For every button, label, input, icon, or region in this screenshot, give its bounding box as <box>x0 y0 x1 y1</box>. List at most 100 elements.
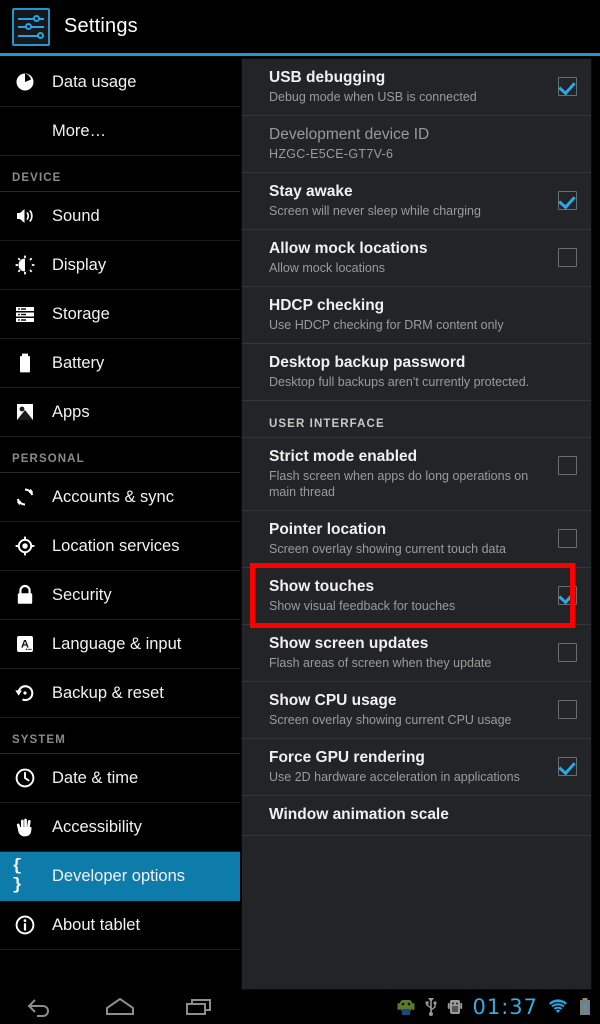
pref-title: Show touches <box>269 578 375 595</box>
sidebar-item-label: Language & input <box>52 634 182 653</box>
sidebar-item-about-tablet[interactable]: About tablet <box>0 901 240 950</box>
pref-row-pointer-location[interactable]: Pointer location Screen overlay showing c… <box>242 511 591 568</box>
storage-stack-icon <box>12 303 38 325</box>
pref-text: Show screen updates Flash areas of screen… <box>269 634 548 671</box>
pref-summary: Desktop full backups aren't currently pr… <box>269 375 530 389</box>
sidebar-item-label: Battery <box>52 353 105 372</box>
android-apps-icon <box>12 401 38 423</box>
adb-android-icon <box>447 997 463 1017</box>
pref-checkbox[interactable] <box>558 700 577 719</box>
sidebar-group-system: SYSTEM <box>0 718 240 754</box>
pref-text: HDCP checking Use HDCP checking for DRM c… <box>269 296 577 333</box>
pref-title: Pointer location <box>269 521 387 538</box>
pref-row-desktop-backup-password[interactable]: Desktop backup password Desktop full back… <box>242 344 591 401</box>
recents-button[interactable] <box>160 996 240 1018</box>
settings-sidebar[interactable]: Data usage More… DEVICE Sound Display Storage… <box>0 58 240 990</box>
pref-title: Allow mock locations <box>269 240 428 257</box>
back-button[interactable] <box>0 996 80 1018</box>
pref-title: HDCP checking <box>269 297 385 314</box>
pie-chart-icon <box>12 71 38 93</box>
pref-checkbox[interactable] <box>558 456 577 475</box>
pref-summary: Screen overlay showing current CPU usage <box>269 713 512 727</box>
pref-text: Show touches Show visual feedback for tou… <box>269 577 548 614</box>
sidebar-item-label: Apps <box>52 402 90 421</box>
sidebar-item-data-usage[interactable]: Data usage <box>0 58 240 107</box>
location-target-icon <box>12 535 38 557</box>
sidebar-item-label: Storage <box>52 304 110 323</box>
sidebar-item-accounts-sync[interactable]: Accounts & sync <box>0 473 240 522</box>
pref-row-force-gpu-rendering[interactable]: Force GPU rendering Use 2D hardware accel… <box>242 739 591 796</box>
sidebar-item-label: Sound <box>52 206 100 225</box>
pref-text: Force GPU rendering Use 2D hardware accel… <box>269 748 548 785</box>
header-divider <box>0 53 600 56</box>
pref-checkbox[interactable] <box>558 191 577 210</box>
restore-arrow-icon <box>12 682 38 704</box>
pref-summary: Screen overlay showing current touch dat… <box>269 542 506 556</box>
pref-summary: Screen will never sleep while charging <box>269 204 481 218</box>
sidebar-item-battery[interactable]: Battery <box>0 339 240 388</box>
sidebar-item-language-input[interactable]: A Language & input <box>0 620 240 669</box>
sidebar-item-label: Location services <box>52 536 180 555</box>
pref-text: Window animation scale <box>269 805 577 825</box>
sidebar-item-label: Developer options <box>52 866 185 885</box>
status-icons[interactable]: 01:37 <box>397 995 600 1019</box>
system-navigation-bar[interactable]: 01:37 <box>0 990 600 1024</box>
pref-row-usb-debugging[interactable]: USB debugging Debug mode when USB is conn… <box>242 59 591 116</box>
sidebar-item-accessibility[interactable]: Accessibility <box>0 803 240 852</box>
sidebar-group-label: PERSONAL <box>12 453 85 465</box>
pref-checkbox[interactable] <box>558 529 577 548</box>
sidebar-item-location-services[interactable]: Location services <box>0 522 240 571</box>
sidebar-item-display[interactable]: Display <box>0 241 240 290</box>
sidebar-item-apps[interactable]: Apps <box>0 388 240 437</box>
home-button[interactable] <box>80 996 160 1018</box>
sidebar-item-developer-options[interactable]: { } Developer options <box>0 852 240 901</box>
svg-text:A: A <box>21 639 29 651</box>
sidebar-item-label: Backup & reset <box>52 683 164 702</box>
pref-title: Development device ID <box>269 126 430 143</box>
battery-charging-icon <box>578 997 592 1017</box>
pref-summary: Flash screen when apps do long operation… <box>269 469 529 499</box>
sidebar-item-label: About tablet <box>52 915 141 934</box>
pref-row-stay-awake[interactable]: Stay awake Screen will never sleep while … <box>242 173 591 230</box>
pref-title: Desktop backup password <box>269 354 466 371</box>
pref-checkbox[interactable] <box>558 77 577 96</box>
pref-checkbox[interactable] <box>558 586 577 605</box>
pref-title: Show screen updates <box>269 635 429 652</box>
sidebar-item-security[interactable]: Security <box>0 571 240 620</box>
pref-summary: Show visual feedback for touches <box>269 599 456 613</box>
pref-title: Stay awake <box>269 183 353 200</box>
pref-text: Strict mode enabled Flash screen when app… <box>269 447 548 500</box>
info-circle-icon <box>12 914 38 936</box>
battery-icon <box>12 352 38 374</box>
pref-title: Strict mode enabled <box>269 448 418 465</box>
sidebar-item-date-time[interactable]: Date & time <box>0 754 240 803</box>
braces-icon: { } <box>12 857 22 895</box>
pref-row-show-screen-updates[interactable]: Show screen updates Flash areas of screen… <box>242 625 591 682</box>
pref-summary: Flash areas of screen when they update <box>269 656 492 670</box>
pref-summary: Debug mode when USB is connected <box>269 90 477 104</box>
language-a-icon: A <box>12 633 38 655</box>
pref-checkbox[interactable] <box>558 248 577 267</box>
clock-icon <box>12 767 38 789</box>
pref-summary: HZGC-E5CE-GT7V-6 <box>269 147 394 161</box>
pref-row-window-animation-scale[interactable]: Window animation scale <box>242 796 591 836</box>
pref-row-show-cpu-usage[interactable]: Show CPU usage Screen overlay showing cur… <box>242 682 591 739</box>
pref-row-hdcp-checking[interactable]: HDCP checking Use HDCP checking for DRM c… <box>242 287 591 344</box>
pref-text: Development device ID HZGC-E5CE-GT7V-6 <box>269 125 577 162</box>
sidebar-item-label: Security <box>52 585 112 604</box>
pref-row-show-touches[interactable]: Show touches Show visual feedback for tou… <box>242 568 591 625</box>
pref-row-strict-mode-enabled[interactable]: Strict mode enabled Flash screen when app… <box>242 438 591 511</box>
developer-options-panel[interactable]: USB debugging Debug mode when USB is conn… <box>241 58 592 990</box>
pref-row-development-device-id[interactable]: Development device ID HZGC-E5CE-GT7V-6 <box>242 116 591 173</box>
pref-section-header: USER INTERFACE <box>242 401 591 438</box>
settings-sliders-icon <box>12 7 50 46</box>
pref-title: Show CPU usage <box>269 692 397 709</box>
sidebar-item-storage[interactable]: Storage <box>0 290 240 339</box>
pref-checkbox[interactable] <box>558 643 577 662</box>
sidebar-item-backup-reset[interactable]: Backup & reset <box>0 669 240 718</box>
pref-checkbox[interactable] <box>558 757 577 776</box>
pref-text: Desktop backup password Desktop full back… <box>269 353 577 390</box>
sidebar-item-more[interactable]: More… <box>0 107 240 156</box>
sidebar-item-sound[interactable]: Sound <box>0 192 240 241</box>
pref-row-allow-mock-locations[interactable]: Allow mock locations Allow mock locations <box>242 230 591 287</box>
